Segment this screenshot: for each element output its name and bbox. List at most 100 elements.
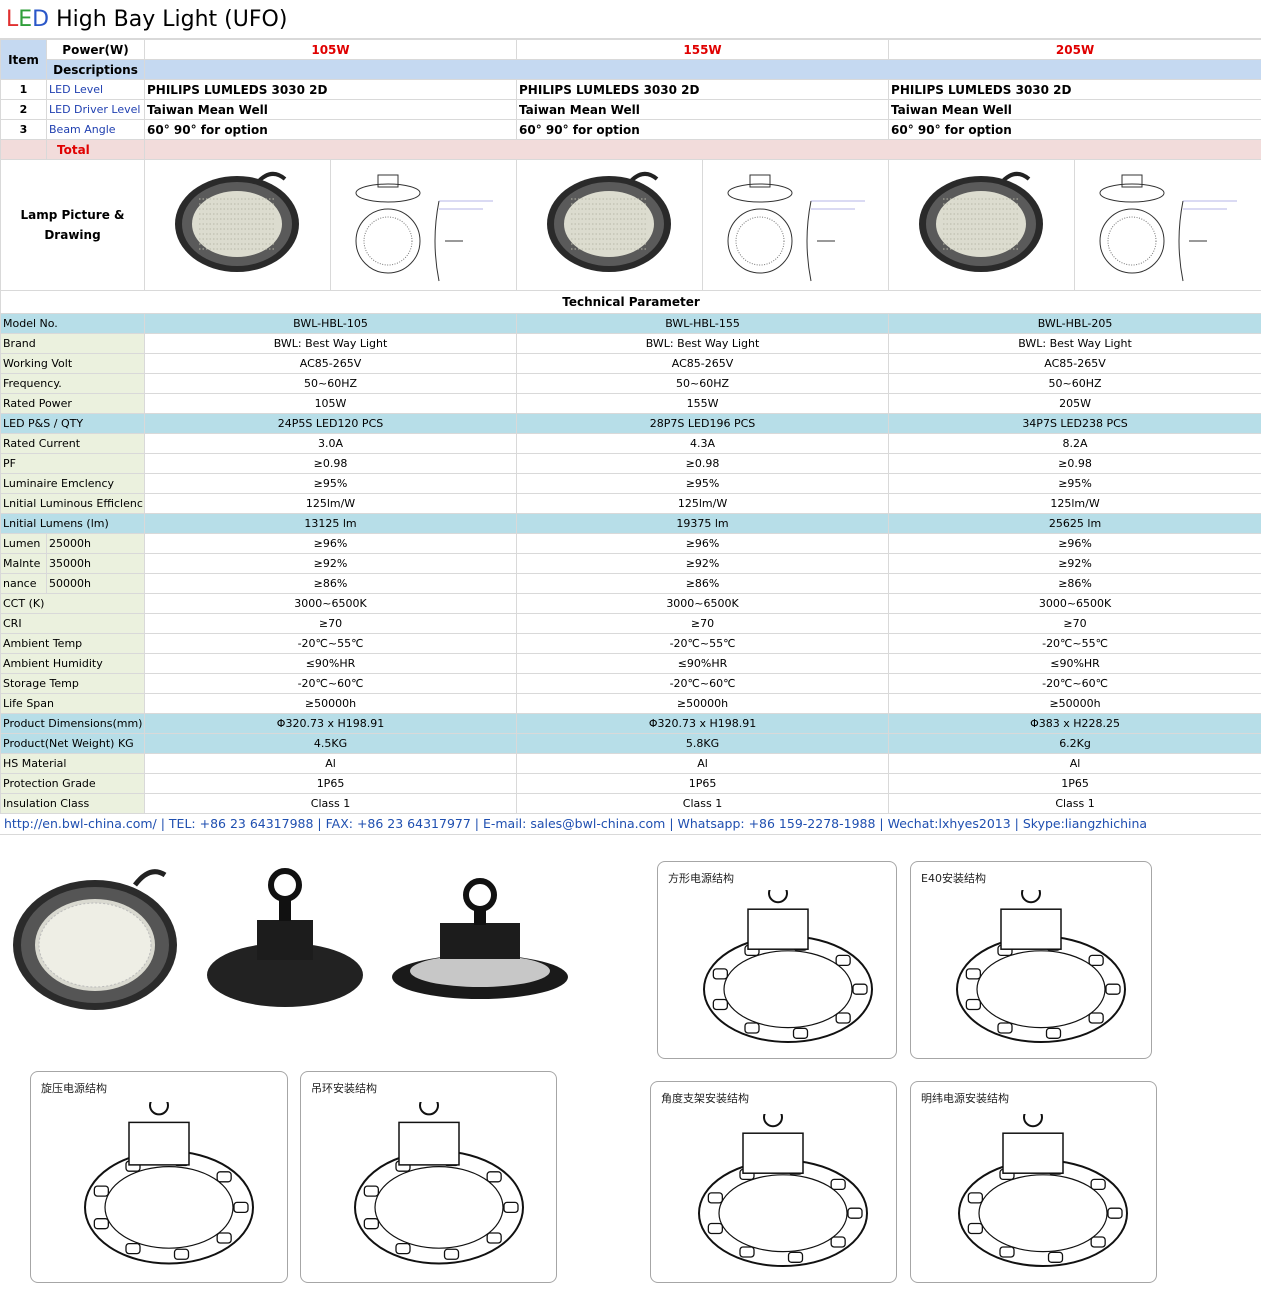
- spec-value: ≥70: [143, 613, 518, 634]
- card-square-driver: 方形电源结构: [657, 861, 897, 1059]
- lamp-photo-105: [144, 159, 331, 291]
- spec-row: Ambient Temp -20℃~55℃ -20℃~55℃ -20℃~55℃: [0, 633, 1261, 654]
- spec-label: Frequency.: [0, 373, 145, 394]
- spec-value: ≤90%HR: [888, 653, 1261, 674]
- spec-label: HS Material: [0, 753, 145, 774]
- card-e40: E40安装结构: [910, 861, 1152, 1059]
- spec-value: ≥96%: [516, 533, 890, 554]
- spec-value: -20℃~60℃: [516, 673, 890, 694]
- maintenance-label: Lumen: [0, 533, 47, 554]
- spec-row: Rated Current 3.0A 4.3A 8.2A: [0, 433, 1261, 454]
- spec-label: Product(Net Weight) KG: [0, 733, 145, 754]
- spec-label: Storage Temp: [0, 673, 145, 694]
- spec-label: Ambient Temp: [0, 633, 145, 654]
- model-205-header: 205W: [888, 39, 1261, 60]
- spec-value: BWL: Best Way Light: [143, 333, 518, 354]
- spec-row: Brand BWL: Best Way Light BWL: Best Way Li…: [0, 333, 1261, 354]
- card-bracket: 角度支架安装结构: [650, 1081, 897, 1283]
- spec-value: Al: [888, 753, 1261, 774]
- spec-value: ≥95%: [516, 473, 890, 494]
- title-letter-d: D: [32, 7, 50, 32]
- lamp-picture-label: Lamp Picture & Drawing: [0, 159, 145, 291]
- maintenance-row: Malnte 35000h ≥92% ≥92% ≥92%: [0, 553, 1261, 574]
- card-exposed-driver: 明纬电源安装结构: [910, 1081, 1157, 1283]
- spec-row: Life Span ≥50000h ≥50000h ≥50000h: [0, 693, 1261, 714]
- desc-value: 60° 90° for option: [516, 119, 890, 140]
- spec-value: 50~60HZ: [143, 373, 518, 394]
- maintenance-row: nance 50000h ≥86% ≥86% ≥86%: [0, 573, 1261, 594]
- lamp-photo-bottom: [392, 878, 568, 999]
- spec-value: Class 1: [143, 793, 518, 814]
- spec-row: Rated Power 105W 155W 205W: [0, 393, 1261, 414]
- spec-label: Luminaire Emclency: [0, 473, 145, 494]
- spec-row: LED P&S / QTY 24P5S LED120 PCS 28P7S LED19…: [0, 413, 1261, 434]
- spec-value: ≥0.98: [516, 453, 890, 474]
- desc-label: LED Level: [46, 79, 145, 100]
- total-fill: [143, 139, 1261, 160]
- card-caption: 明纬电源安装结构: [921, 1092, 1009, 1105]
- spec-label: Rated Current: [0, 433, 145, 454]
- spec-value: ≥50000h: [888, 693, 1261, 714]
- card-spin-driver: 旋压电源结构: [30, 1071, 288, 1283]
- spec-value: ≥86%: [516, 573, 890, 594]
- spec-value: ≥92%: [888, 553, 1261, 574]
- title-letter-l: L: [6, 7, 19, 32]
- spec-label: Protection Grade: [0, 773, 145, 794]
- spec-label: Rated Power: [0, 393, 145, 414]
- spec-value: -20℃~55℃: [143, 633, 518, 654]
- desc-value: Taiwan Mean Well: [516, 99, 890, 120]
- spec-value: AC85-265V: [143, 353, 518, 374]
- spec-label: PF: [0, 453, 145, 474]
- lamp-photo-front: [13, 869, 177, 1010]
- spec-value: 3000~6500K: [516, 593, 890, 614]
- maintenance-hours: 50000h: [46, 573, 145, 594]
- desc-value: 60° 90° for option: [888, 119, 1261, 140]
- desc-label: Beam Angle: [46, 119, 145, 140]
- spec-value: ≥92%: [143, 553, 518, 574]
- desc-value: PHILIPS LUMLEDS 3030 2D: [143, 79, 518, 100]
- spec-row: Lnitial Lumens (lm) 13125 lm 19375 lm 25625…: [0, 513, 1261, 534]
- model-155-header: 155W: [516, 39, 890, 60]
- spec-value: 125lm/W: [143, 493, 518, 514]
- spec-value: ≥96%: [143, 533, 518, 554]
- desc-value: PHILIPS LUMLEDS 3030 2D: [516, 79, 890, 100]
- spec-row: Protection Grade 1P65 1P65 1P65: [0, 773, 1261, 794]
- spec-label: Ambient Humidity: [0, 653, 145, 674]
- spec-row: Working Volt AC85-265V AC85-265V AC85-265V: [0, 353, 1261, 374]
- spec-value: BWL: Best Way Light: [888, 333, 1261, 354]
- spec-value: 125lm/W: [516, 493, 890, 514]
- row-number: 2: [0, 99, 47, 120]
- spec-value: 1P65: [143, 773, 518, 794]
- spec-row: Product Dimensions(mm) Φ320.73 x H198.91 Φ…: [0, 713, 1261, 734]
- spec-label: Product Dimensions(mm): [0, 713, 145, 734]
- spec-row: PF ≥0.98 ≥0.98 ≥0.98: [0, 453, 1261, 474]
- spec-label: Working Volt: [0, 353, 145, 374]
- sketch-drawing: [956, 890, 1126, 1043]
- spec-value: 125lm/W: [888, 493, 1261, 514]
- spec-label: Brand: [0, 333, 145, 354]
- power-header: Power(W): [46, 39, 145, 60]
- spec-label: Life Span: [0, 693, 145, 714]
- spec-value: ≥50000h: [143, 693, 518, 714]
- maintenance-label: nance: [0, 573, 47, 594]
- spec-value: 28P7S LED196 PCS: [516, 413, 890, 434]
- spec-value: ≥92%: [516, 553, 890, 574]
- spec-value: 4.3A: [516, 433, 890, 454]
- spec-value: ≥0.98: [888, 453, 1261, 474]
- technical-parameter-title: Technical Parameter: [0, 290, 1261, 314]
- spec-value: ≥0.98: [143, 453, 518, 474]
- maintenance-hours: 25000h: [46, 533, 145, 554]
- sketch-drawing: [698, 1114, 868, 1267]
- card-caption: 角度支架安装结构: [661, 1092, 749, 1105]
- title-text: High Bay Light (UFO): [49, 7, 288, 32]
- spec-row: CRI ≥70 ≥70 ≥70: [0, 613, 1261, 634]
- spec-value: BWL: Best Way Light: [516, 333, 890, 354]
- spec-value: 34P7S LED238 PCS: [888, 413, 1261, 434]
- spec-label: CRI: [0, 613, 145, 634]
- spec-value: Al: [516, 753, 890, 774]
- spec-value: 1P65: [516, 773, 890, 794]
- sketch-drawing: [354, 1102, 524, 1265]
- spec-row: Frequency. 50~60HZ 50~60HZ 50~60HZ: [0, 373, 1261, 394]
- sketch-drawing: [703, 890, 873, 1043]
- descriptions-fill: [143, 59, 1261, 80]
